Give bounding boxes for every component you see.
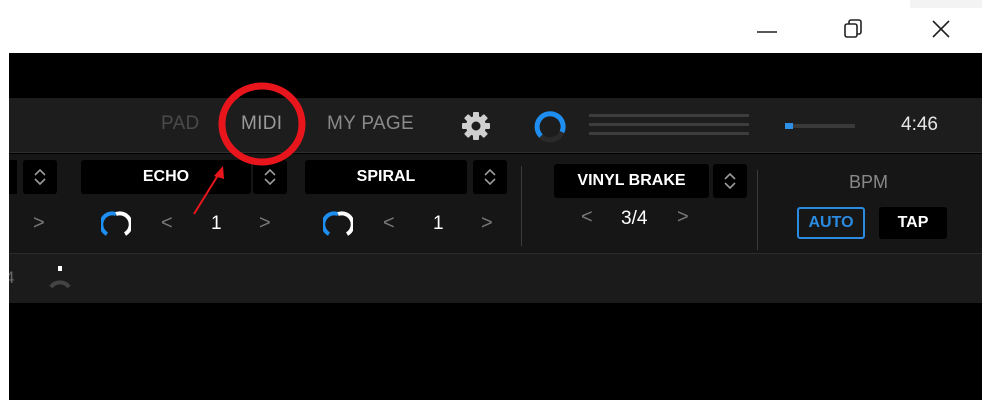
fx1-beat-left-arrow[interactable]: < (161, 212, 173, 235)
level-meter-fill (785, 123, 793, 129)
waveform-line (589, 123, 749, 126)
beat-fx-name-box[interactable]: VINYL BRAKE (554, 164, 709, 198)
close-icon (932, 20, 950, 38)
fx-secondary-row: 4 (9, 254, 982, 303)
bpm-auto-label: AUTO (808, 214, 854, 231)
fx2-name: SPIRAL (356, 168, 416, 185)
beat-fx-right-arrow[interactable]: > (677, 206, 689, 229)
fx-partial-box (9, 160, 17, 194)
fx2-level-knob[interactable] (321, 210, 355, 240)
my-page-tab[interactable]: MY PAGE (327, 113, 414, 135)
fx-select-stepper[interactable] (23, 160, 57, 194)
fx1-select-stepper[interactable] (253, 160, 287, 194)
midi-tab[interactable]: MIDI (241, 113, 282, 135)
gear-icon (462, 112, 490, 140)
beat-fx-left-arrow[interactable]: < (581, 206, 593, 229)
bpm-auto-button[interactable]: AUTO (797, 207, 865, 239)
restore-icon (844, 19, 862, 38)
fx1-name-box[interactable]: ECHO (81, 160, 251, 194)
fx2-beat-right-arrow[interactable]: > (481, 212, 493, 235)
fx2-select-stepper[interactable] (473, 160, 507, 194)
fx2-beat-value: 1 (433, 213, 444, 234)
remaining-time: 4:46 (901, 114, 938, 135)
level-meter (785, 123, 855, 129)
fx1-level-knob[interactable] (99, 210, 133, 240)
settings-button[interactable] (459, 109, 493, 143)
chevron-updown-icon (724, 172, 736, 190)
bpm-tap-label: TAP (897, 214, 929, 231)
toolbar: PAD MIDI MY PAGE 4:46 (9, 98, 982, 153)
fx1-beat-right-arrow[interactable]: > (259, 212, 271, 235)
left-edge (0, 53, 9, 400)
chevron-updown-icon (484, 168, 496, 186)
minimize-button[interactable] (744, 8, 790, 50)
fx2-beat-left-arrow[interactable]: < (383, 212, 395, 235)
waveform-line (589, 114, 749, 117)
waveform-line (589, 132, 749, 135)
beat-fx-select-stepper[interactable] (713, 164, 747, 198)
secondary-knob[interactable] (45, 263, 75, 293)
minimize-icon (757, 31, 777, 33)
knob-icon (321, 211, 355, 236)
waveform-overview (589, 112, 749, 138)
beat-fx-beat-value: 3/4 (621, 208, 648, 229)
app-area: PAD MIDI MY PAGE 4:46 ECHO SPIRAL VINYL … (9, 53, 982, 400)
fx1-name: ECHO (142, 168, 190, 185)
fx-panel: ECHO SPIRAL VINYL BRAKE > < 1 > < 1 > < … (9, 154, 982, 254)
chevron-updown-icon (34, 168, 46, 186)
section-divider (757, 170, 758, 250)
close-button[interactable] (918, 8, 964, 50)
knob-icon (49, 266, 71, 289)
fx2-name-box[interactable]: SPIRAL (305, 160, 467, 194)
fx1-beat-value: 1 (211, 213, 222, 234)
bpm-tap-button[interactable]: TAP (879, 207, 947, 239)
beat-fx-name: VINYL BRAKE (577, 172, 686, 189)
row3-partial-number: 4 (9, 268, 15, 287)
window-titlebar (0, 0, 982, 53)
fx-beat-right-arrow[interactable]: > (33, 212, 45, 235)
loading-ring-icon (534, 111, 566, 143)
section-divider (521, 166, 522, 246)
restore-button[interactable] (830, 8, 876, 50)
chevron-updown-icon (264, 168, 276, 186)
loading-indicator (532, 109, 568, 145)
knob-icon (99, 211, 133, 236)
bpm-label: BPM (849, 172, 889, 192)
pad-tab[interactable]: PAD (161, 113, 200, 135)
titlebar-corner (910, 0, 982, 8)
